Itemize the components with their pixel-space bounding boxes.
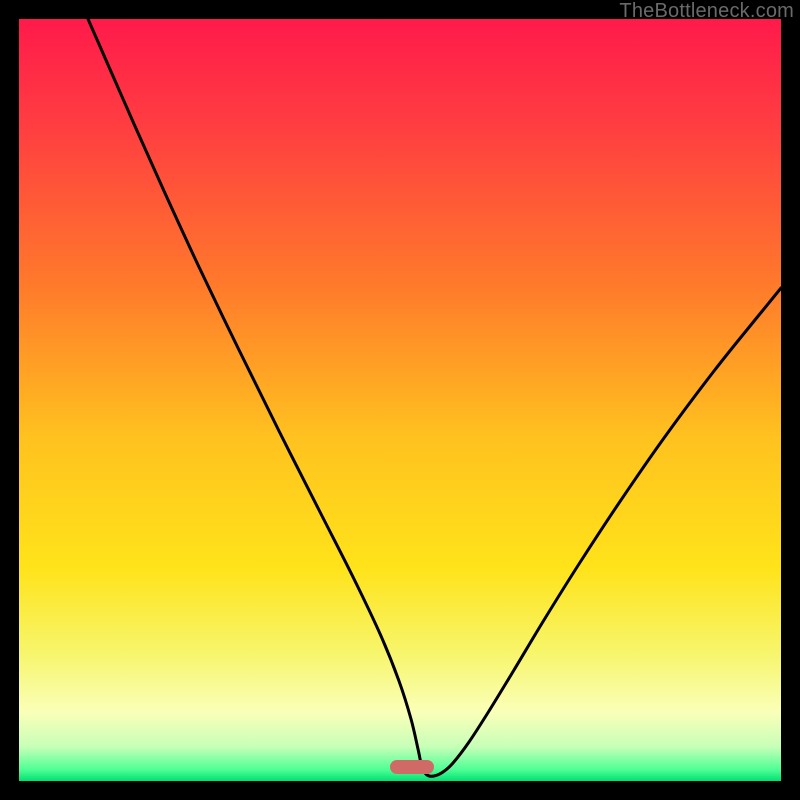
minimum-marker bbox=[390, 760, 434, 774]
background-gradient bbox=[19, 19, 781, 781]
chart-stage: TheBottleneck.com bbox=[0, 0, 800, 800]
plot-area bbox=[19, 19, 781, 781]
watermark-text: TheBottleneck.com bbox=[619, 0, 794, 23]
